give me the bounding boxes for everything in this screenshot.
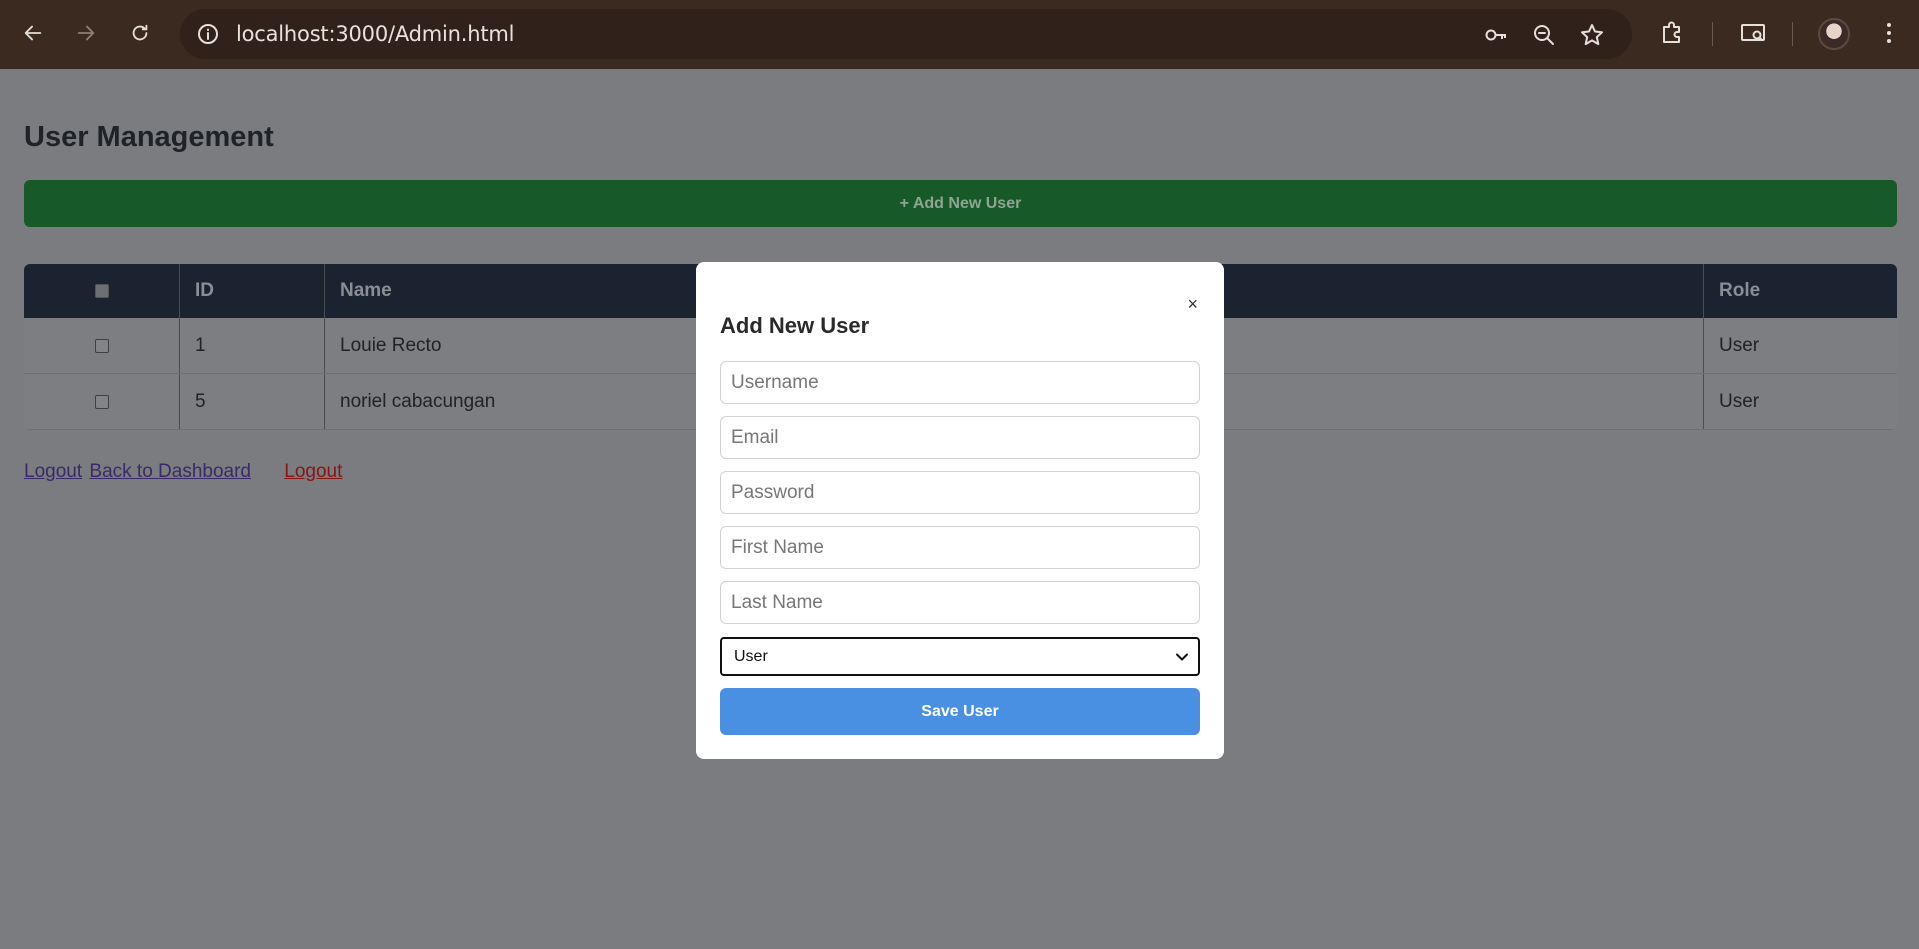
site-info-icon[interactable] (196, 22, 220, 46)
select-all-checkbox[interactable] (94, 284, 109, 298)
row-checkbox[interactable] (94, 394, 109, 409)
reload-icon[interactable] (124, 17, 156, 49)
toolbar-separator (1792, 22, 1793, 46)
column-header-role: Role (1719, 280, 1761, 301)
logout-link-secondary[interactable]: Logout (284, 461, 342, 482)
row-role: User (1719, 390, 1760, 412)
chevron-down-icon (1176, 653, 1188, 661)
add-user-button[interactable]: + Add New User (24, 180, 1897, 227)
row-id: 5 (180, 374, 325, 429)
media-router-icon[interactable] (1738, 18, 1768, 48)
extensions-icon[interactable] (1658, 18, 1688, 48)
row-select-cell (24, 318, 180, 373)
username-input[interactable]: Username (720, 361, 1200, 404)
row-checkbox[interactable] (94, 338, 109, 353)
profile-avatar[interactable] (1818, 18, 1850, 50)
password-input[interactable]: Password (720, 471, 1200, 514)
last-name-input[interactable]: Last Name (720, 581, 1200, 624)
forward-arrow-icon[interactable] (70, 17, 102, 49)
modal-title: Add New User (720, 313, 870, 338)
more-menu-icon[interactable] (1874, 18, 1904, 48)
logout-link[interactable]: Logout (24, 461, 82, 482)
first-name-input[interactable]: First Name (720, 526, 1200, 569)
bookmark-star-icon[interactable] (1579, 22, 1605, 48)
browser-toolbar: localhost:3000/Admin.html (0, 0, 1919, 69)
row-role: User (1719, 334, 1760, 356)
back-arrow-icon[interactable] (17, 17, 49, 49)
row-id: 1 (180, 318, 325, 373)
close-icon[interactable]: × (1187, 294, 1198, 315)
role-select-value: User (734, 647, 768, 665)
address-bar[interactable]: localhost:3000/Admin.html (180, 9, 1632, 59)
back-to-dashboard-link[interactable]: Back to Dashboard (89, 461, 251, 482)
email-input[interactable]: Email (720, 416, 1200, 459)
select-all-cell (24, 264, 180, 318)
page-title: User Management (24, 121, 274, 153)
url-text[interactable]: localhost:3000/Admin.html (236, 22, 514, 46)
add-user-modal: × Add New User Username Email Password F… (696, 262, 1224, 759)
toolbar-separator (1712, 22, 1713, 46)
row-select-cell (24, 374, 180, 429)
password-key-icon[interactable] (1483, 22, 1509, 48)
footer-links: Logout Back to Dashboard Logout (24, 461, 344, 483)
save-user-button[interactable]: Save User (720, 688, 1200, 735)
zoom-out-icon[interactable] (1531, 22, 1557, 48)
role-select[interactable]: User (720, 637, 1200, 676)
column-header-id: ID (180, 264, 325, 318)
